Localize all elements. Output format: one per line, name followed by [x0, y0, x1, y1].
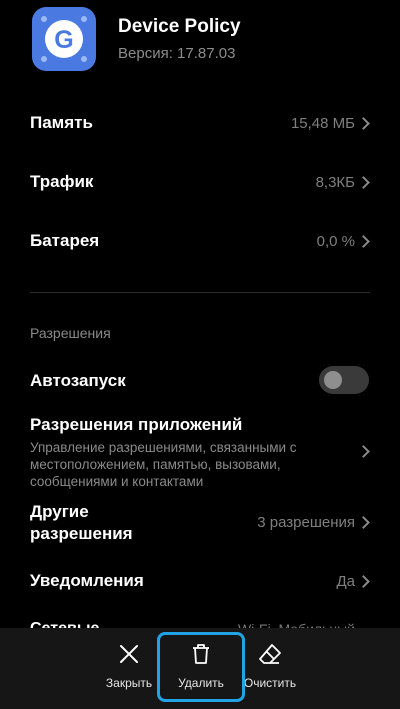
chevron-right-icon: [357, 516, 370, 529]
storage-label: Память: [30, 113, 93, 132]
battery-value: 0,0 %: [316, 233, 355, 250]
other-permissions-label-line1: Другие: [30, 502, 89, 521]
divider: [30, 292, 370, 293]
section-title-permissions: Разрешения: [30, 325, 111, 341]
traffic-row[interactable]: Трафик 8,3КБ: [0, 163, 400, 203]
chevron-right-icon: [357, 445, 370, 458]
uninstall-highlight-frame: [157, 632, 245, 702]
battery-row[interactable]: Батарея 0,0 %: [0, 222, 400, 262]
traffic-label: Трафик: [30, 172, 94, 191]
chevron-right-icon: [357, 117, 370, 130]
other-permissions-row[interactable]: Другие разрешения 3 разрешения: [0, 500, 400, 546]
storage-row[interactable]: Память 15,48 МБ: [0, 104, 400, 144]
notifications-row[interactable]: Уведомления Да: [0, 562, 400, 600]
eraser-icon: [259, 644, 281, 664]
app-header: G Device Policy Версия: 17.87.03: [0, 0, 400, 90]
app-icon: G: [32, 7, 96, 71]
network-row-label: Сетевые: [30, 619, 99, 628]
storage-value: 15,48 МБ: [290, 115, 355, 132]
notifications-value: Да: [336, 573, 355, 590]
app-permissions-description: Управление разрешениями, связанными с ме…: [30, 440, 297, 489]
chevron-right-icon: [357, 176, 370, 189]
app-name: Device Policy: [118, 16, 241, 37]
notifications-label: Уведомления: [30, 571, 144, 590]
battery-label: Батарея: [30, 231, 100, 250]
app-permissions-label: Разрешения приложений: [30, 415, 243, 434]
other-permissions-label-line2: разрешения: [30, 524, 133, 543]
close-icon: [120, 645, 138, 663]
toggle-knob: [324, 371, 342, 389]
google-g-icon: G: [41, 16, 87, 62]
autostart-toggle[interactable]: [319, 366, 369, 394]
app-version: Версия: 17.87.03: [118, 45, 236, 62]
traffic-value: 8,3КБ: [315, 174, 355, 191]
network-row-value: Wi-Fi, Мобильный: [238, 619, 355, 628]
svg-text:G: G: [54, 26, 73, 54]
chevron-right-icon: [357, 235, 370, 248]
other-permissions-value: 3 разрешения: [257, 514, 355, 531]
chevron-right-icon: [357, 575, 370, 588]
autostart-label: Автозапуск: [30, 371, 126, 390]
